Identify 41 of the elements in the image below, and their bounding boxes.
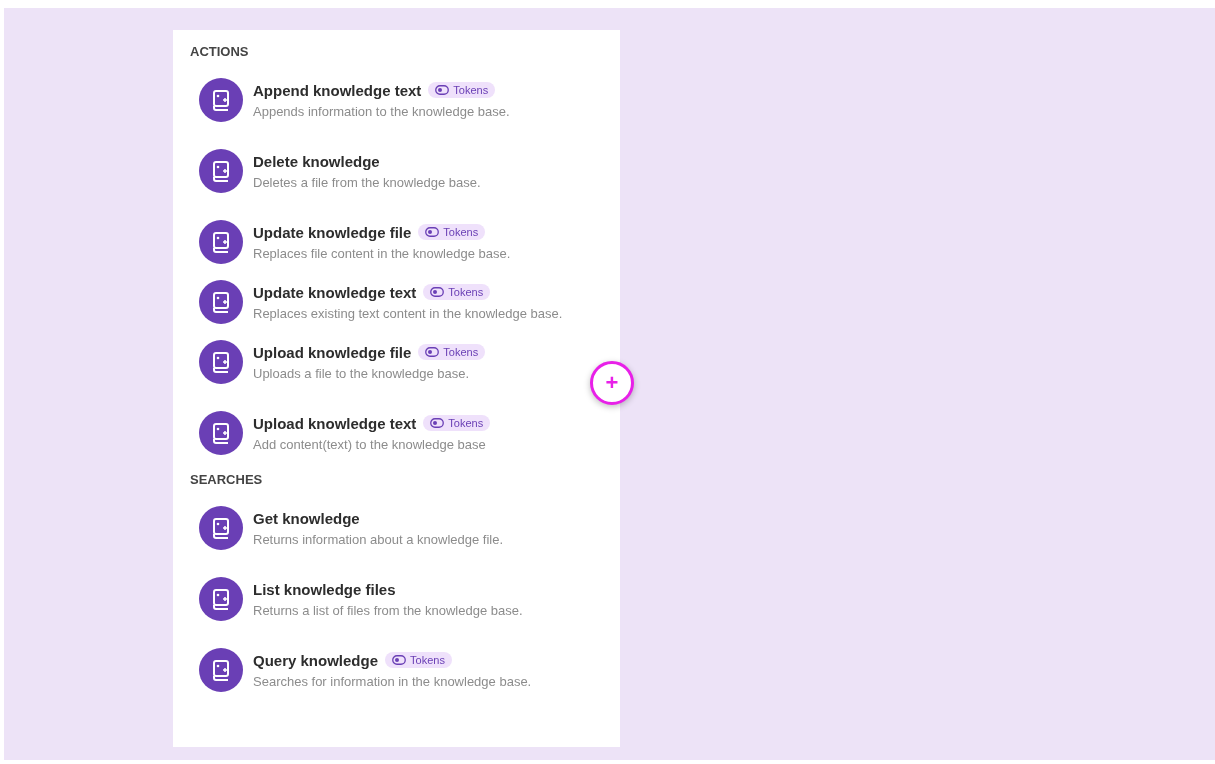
tokens-badge: Tokens bbox=[418, 344, 486, 360]
book-icon bbox=[199, 78, 243, 122]
book-icon bbox=[199, 280, 243, 324]
book-icon bbox=[199, 149, 243, 193]
toggle-icon bbox=[430, 287, 445, 297]
action-title[interactable]: Upload knowledge file bbox=[253, 343, 412, 361]
toggle-icon bbox=[425, 227, 440, 237]
book-icon bbox=[199, 220, 243, 264]
action-title[interactable]: Append knowledge text bbox=[253, 81, 422, 99]
action-title[interactable]: List knowledge files bbox=[253, 580, 396, 598]
action-description: Returns a list of files from the knowledge base. bbox=[253, 602, 523, 618]
action-description: Deletes a file from the knowledge base. bbox=[253, 174, 481, 190]
action-description: Replaces file content in the knowledge base. bbox=[253, 245, 511, 261]
section-heading: SEARCHES bbox=[190, 472, 264, 487]
toggle-icon bbox=[435, 85, 450, 95]
action-title[interactable]: Delete knowledge bbox=[253, 152, 380, 170]
action-title[interactable]: Update knowledge text bbox=[253, 283, 417, 301]
action-description: Returns information about a knowledge file. bbox=[253, 531, 504, 547]
action-description: Add content(text) to the knowledge base bbox=[253, 436, 487, 452]
tokens-badge: Tokens bbox=[423, 284, 491, 300]
toggle-icon bbox=[425, 347, 440, 357]
book-icon bbox=[199, 648, 243, 692]
tokens-badge: Tokens bbox=[423, 415, 491, 431]
tokens-badge: Tokens bbox=[428, 82, 496, 98]
book-icon bbox=[199, 411, 243, 455]
toggle-icon bbox=[392, 655, 407, 665]
action-title[interactable]: Update knowledge file bbox=[253, 223, 412, 241]
book-icon bbox=[199, 506, 243, 550]
action-title[interactable]: Get knowledge bbox=[253, 509, 360, 527]
book-icon bbox=[199, 340, 243, 384]
tokens-badge: Tokens bbox=[385, 652, 452, 668]
section-heading: ACTIONS bbox=[190, 44, 250, 59]
action-description: Replaces existing text content in the knowledge base. bbox=[253, 305, 563, 321]
action-title[interactable]: Upload knowledge text bbox=[253, 414, 417, 432]
toggle-icon bbox=[430, 418, 445, 428]
action-title[interactable]: Query knowledge bbox=[253, 651, 379, 669]
action-description: Uploads a file to the knowledge base. bbox=[253, 365, 471, 381]
tokens-badge: Tokens bbox=[418, 224, 486, 240]
action-description: Appends information to the knowledge base. bbox=[253, 103, 510, 119]
action-description: Searches for information in the knowledge base. bbox=[253, 673, 532, 689]
book-icon bbox=[199, 577, 243, 621]
